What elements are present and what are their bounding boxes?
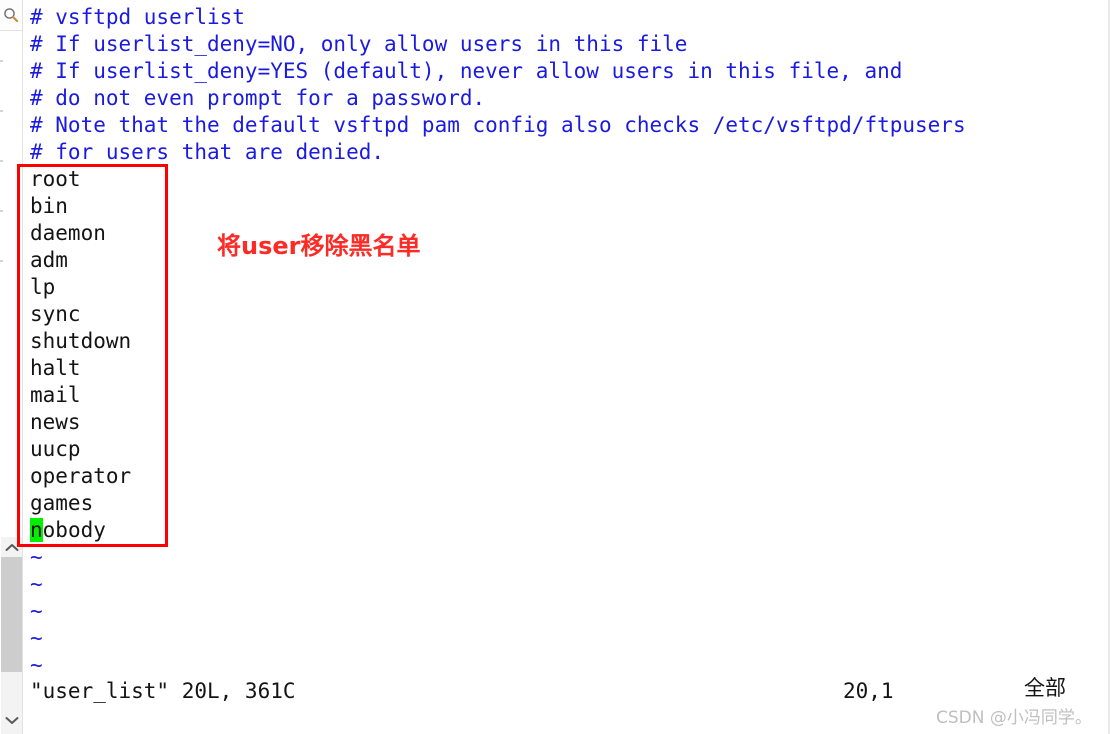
- comment-line: # for users that are denied.: [30, 140, 385, 164]
- comment-block: # vsftpd userlist # If userlist_deny=NO,…: [30, 4, 966, 166]
- user-entry-cursor-line: nobody: [30, 517, 131, 544]
- tilde-marker: ~: [30, 599, 43, 623]
- user-entry: games: [30, 491, 94, 515]
- vertical-scrollbar[interactable]: [1, 537, 22, 734]
- scrollbar-thumb[interactable]: [1, 557, 22, 672]
- tilde-marker: ~: [30, 653, 43, 677]
- user-entry: shutdown: [30, 329, 132, 353]
- comment-line: # If userlist_deny=NO, only allow users …: [30, 32, 688, 56]
- user-entry: adm: [30, 248, 68, 272]
- chevron-up-icon: [5, 543, 19, 552]
- tilde-marker: ~: [30, 572, 43, 596]
- user-entry: lp: [30, 275, 56, 299]
- comment-line: # do not even prompt for a password.: [30, 86, 486, 110]
- left-gutter: [0, 0, 23, 734]
- tilde-marker: ~: [30, 545, 43, 569]
- user-entry: halt: [30, 356, 81, 380]
- scroll-up-button[interactable]: [1, 537, 22, 557]
- user-entry: daemon: [30, 221, 106, 245]
- gutter-tick: [0, 260, 3, 262]
- search-icon: [3, 7, 19, 23]
- annotation-text: 将user移除黑名单: [217, 232, 421, 260]
- comment-line: # vsftpd userlist: [30, 5, 245, 29]
- user-entry: sync: [30, 302, 81, 326]
- text-cursor: n: [30, 518, 43, 542]
- gutter-tick: [0, 110, 3, 112]
- gutter-tick: [0, 160, 3, 162]
- scrollbar-track[interactable]: [1, 557, 22, 712]
- vim-editor-screen: # vsftpd userlist # If userlist_deny=NO,…: [0, 0, 1110, 734]
- gutter-tick: [0, 60, 3, 62]
- status-file-info: "user_list" 20L, 361C: [30, 679, 296, 703]
- comment-line: # If userlist_deny=YES (default), never …: [30, 59, 903, 83]
- user-entry: root: [30, 167, 81, 191]
- watermark: CSDN @小冯同学。: [936, 708, 1092, 728]
- status-cursor-position: 20,1: [843, 679, 894, 703]
- user-entry-label: obody: [42, 518, 106, 542]
- empty-line-markers: ~ ~ ~ ~ ~: [30, 544, 43, 679]
- chevron-down-icon: [5, 716, 19, 725]
- comment-line: # Note that the default vsftpd pam confi…: [30, 113, 966, 137]
- tilde-marker: ~: [30, 626, 43, 650]
- user-entry: bin: [30, 194, 68, 218]
- user-entry: news: [30, 410, 81, 434]
- user-entry: mail: [30, 383, 81, 407]
- gutter-tick: [0, 210, 3, 212]
- user-list-block: root bin daemon adm lp sync shutdown hal…: [30, 166, 131, 544]
- search-button[interactable]: [0, 0, 22, 31]
- scroll-down-button[interactable]: [1, 710, 22, 730]
- status-scroll-state: 全部: [1024, 676, 1066, 700]
- user-entry: operator: [30, 464, 132, 488]
- user-entry: uucp: [30, 437, 81, 461]
